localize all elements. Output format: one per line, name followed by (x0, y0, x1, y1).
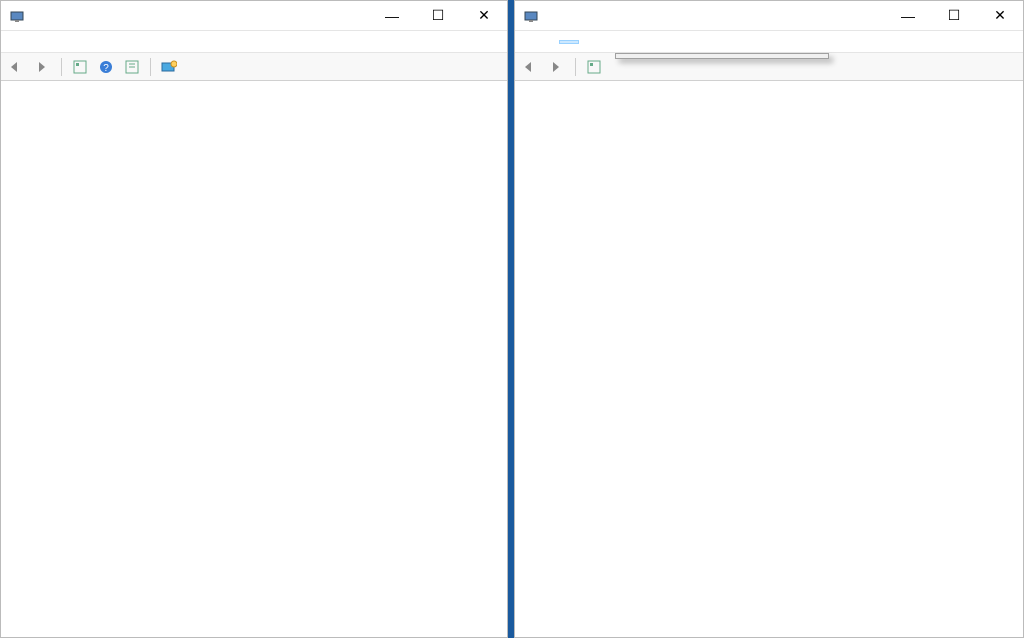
menu-action[interactable] (25, 40, 45, 44)
maximize-button[interactable]: ☐ (931, 1, 977, 31)
toolbar-btn-3[interactable] (120, 56, 144, 78)
menu-action[interactable] (539, 40, 559, 44)
toolbar-scan-button[interactable] (157, 56, 181, 78)
minimize-button[interactable]: — (885, 1, 931, 31)
minimize-button[interactable]: — (369, 1, 415, 31)
titlebar[interactable]: — ☐ ✕ (1, 1, 507, 31)
menu-help[interactable] (579, 40, 599, 44)
forward-button[interactable] (31, 56, 55, 78)
menu-view[interactable] (559, 40, 579, 44)
device-tree[interactable] (515, 81, 1023, 637)
menu-file[interactable] (5, 40, 25, 44)
forward-button[interactable] (545, 56, 569, 78)
device-manager-window-left: — ☐ ✕ ? (0, 0, 508, 638)
toolbar: ? (1, 53, 507, 81)
back-button[interactable] (519, 56, 543, 78)
device-manager-window-right: — ☐ ✕ (514, 0, 1024, 638)
svg-text:?: ? (103, 63, 109, 74)
toolbar-btn-help[interactable]: ? (94, 56, 118, 78)
menubar (1, 31, 507, 53)
titlebar[interactable]: — ☐ ✕ (515, 1, 1023, 31)
menu-file[interactable] (519, 40, 539, 44)
close-button[interactable]: ✕ (977, 1, 1023, 31)
maximize-button[interactable]: ☐ (415, 1, 461, 31)
close-button[interactable]: ✕ (461, 1, 507, 31)
toolbar-btn-1[interactable] (68, 56, 92, 78)
app-icon (523, 8, 539, 24)
app-icon (9, 8, 25, 24)
menu-view[interactable] (45, 40, 65, 44)
view-dropdown (615, 53, 829, 59)
device-tree[interactable] (1, 81, 507, 637)
back-button[interactable] (5, 56, 29, 78)
toolbar-btn-1[interactable] (582, 56, 606, 78)
menubar (515, 31, 1023, 53)
menu-help[interactable] (65, 40, 85, 44)
